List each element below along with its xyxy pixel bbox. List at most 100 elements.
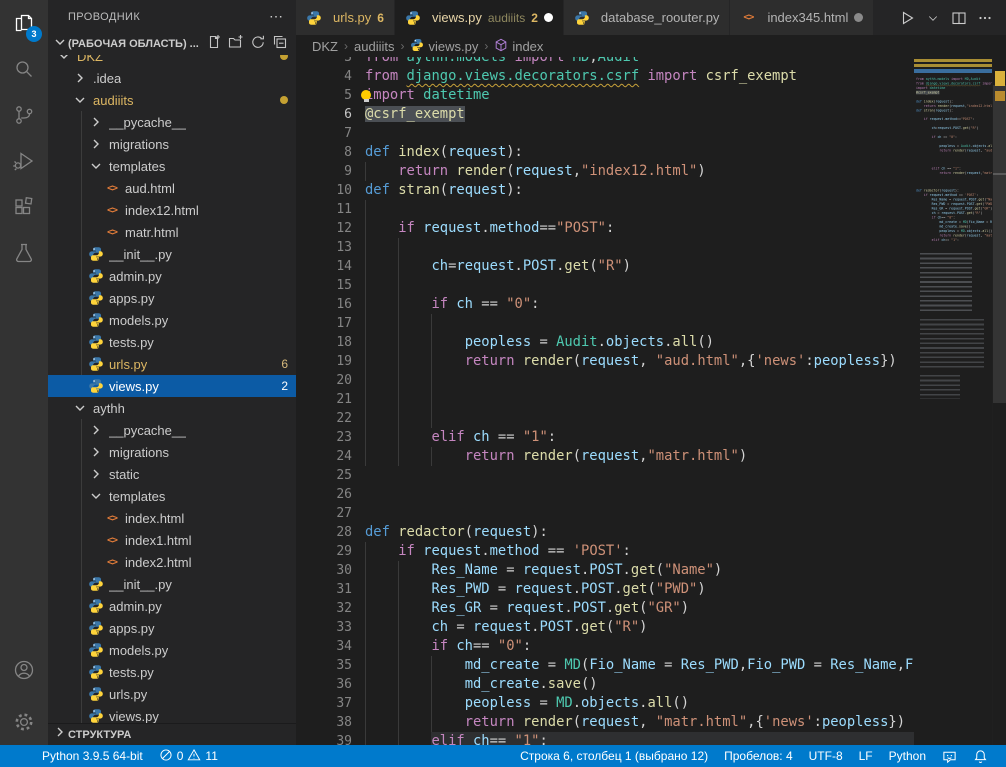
tree-item-matr.html[interactable]: <>matr.html (48, 221, 296, 243)
code-line-32[interactable]: 32 Res_GR = request.POST.get("GR") (296, 599, 914, 618)
code-line-19[interactable]: 19 return render(request, "aud.html",{'n… (296, 352, 914, 371)
split-editor-icon[interactable] (948, 7, 970, 29)
lightbulb-icon[interactable] (361, 90, 371, 100)
run-dropdown-icon[interactable] (922, 7, 944, 29)
new-folder-icon[interactable] (228, 34, 244, 55)
code-line-26[interactable]: 26 (296, 485, 914, 504)
tree-item-index12.html[interactable]: <>index12.html (48, 199, 296, 221)
code-line-30[interactable]: 30 Res_Name = request.POST.get("Name") (296, 561, 914, 580)
search-icon[interactable] (0, 46, 48, 92)
feedback-icon[interactable] (934, 745, 965, 767)
code-line-35[interactable]: 35 md_create = MD(Fio_Name = Res_PWD,Fio… (296, 656, 914, 675)
tree-item-audiiits[interactable]: audiiits (48, 89, 296, 111)
code-line-28[interactable]: 28def redactor(request): (296, 523, 914, 542)
chevron-right-icon[interactable] (88, 466, 104, 482)
outline-section-header[interactable]: СТРУКТУРА (48, 723, 296, 745)
tree-item-tests.py[interactable]: tests.py (48, 661, 296, 683)
refresh-icon[interactable] (250, 34, 266, 55)
code-line-17[interactable]: 17 (296, 314, 914, 333)
chevron-down-icon[interactable] (52, 34, 68, 55)
code-line-7[interactable]: 7 (296, 124, 914, 143)
run-and-debug-icon[interactable] (0, 138, 48, 184)
code-line-5[interactable]: 5import datetime (296, 86, 914, 105)
code-line-21[interactable]: 21 (296, 390, 914, 409)
code-line-8[interactable]: 8def index(request): (296, 143, 914, 162)
code-line-13[interactable]: 13 (296, 238, 914, 257)
code-line-4[interactable]: 4from django.views.decorators.csrf impor… (296, 67, 914, 86)
chevron-right-icon[interactable] (88, 444, 104, 460)
code-line-31[interactable]: 31 Res_PWD = request.POST.get("PWD") (296, 580, 914, 599)
chevron-right-icon[interactable] (52, 724, 68, 745)
account-icon[interactable] (0, 647, 48, 693)
breadcrumb-item-index[interactable]: index (494, 38, 543, 55)
breadcrumb-item-DKZ[interactable]: DKZ (312, 39, 338, 54)
code-line-39[interactable]: 39 elif ch== "1": (296, 732, 914, 745)
tree-item-aythh[interactable]: aythh (48, 397, 296, 419)
tab-database_roouter.py[interactable]: database_roouter.py (564, 0, 731, 35)
extensions-icon[interactable] (0, 184, 48, 230)
tree-item-index2.html[interactable]: <>index2.html (48, 551, 296, 573)
tree-item-models.py[interactable]: models.py (48, 309, 296, 331)
chevron-down-icon[interactable] (72, 92, 88, 108)
tree-item-static[interactable]: static (48, 463, 296, 485)
code-line-25[interactable]: 25 (296, 466, 914, 485)
code-line-24[interactable]: 24 return render(request,"matr.html") (296, 447, 914, 466)
code-line-15[interactable]: 15 (296, 276, 914, 295)
tree-item-apps.py[interactable]: apps.py (48, 287, 296, 309)
tree-item-views.py[interactable]: views.py2 (48, 375, 296, 397)
overview-ruler[interactable] (992, 57, 1006, 745)
code-line-20[interactable]: 20 (296, 371, 914, 390)
tree-item-.idea[interactable]: .idea (48, 67, 296, 89)
indentation[interactable]: Пробелов: 4 (716, 745, 801, 767)
code-line-38[interactable]: 38 return render(request, "matr.html",{'… (296, 713, 914, 732)
tree-item-__pycache__[interactable]: __pycache__ (48, 419, 296, 441)
tab-index345.html[interactable]: <>index345.html (730, 0, 874, 35)
code-line-23[interactable]: 23 elif ch == "1": (296, 428, 914, 447)
code-line-11[interactable]: 11 (296, 200, 914, 219)
code-line-12[interactable]: 12 if request.method=="POST": (296, 219, 914, 238)
tree-item-__pycache__[interactable]: __pycache__ (48, 111, 296, 133)
tree-item-__init__.py[interactable]: __init__.py (48, 243, 296, 265)
tree-item-tests.py[interactable]: tests.py (48, 331, 296, 353)
chevron-down-icon[interactable] (88, 488, 104, 504)
code-line-18[interactable]: 18 peopless = Audit.objects.all() (296, 333, 914, 352)
tree-item-__init__.py[interactable]: __init__.py (48, 573, 296, 595)
new-file-icon[interactable] (206, 34, 222, 55)
source-control-icon[interactable] (0, 92, 48, 138)
python-interpreter[interactable]: Python 3.9.5 64-bit (34, 745, 151, 767)
problems-indicator[interactable]: 0 11 (151, 745, 226, 767)
testing-icon[interactable] (0, 230, 48, 276)
tree-item-aud.html[interactable]: <>aud.html (48, 177, 296, 199)
tab-views.py[interactable]: views.pyaudiiits2 (395, 0, 564, 35)
breadcrumb-item-views.py[interactable]: views.py (410, 38, 478, 55)
code-line-33[interactable]: 33 ch = request.POST.get("R") (296, 618, 914, 637)
tree-item-models.py[interactable]: models.py (48, 639, 296, 661)
code-pane[interactable]: 3from aythh.models import MD,Audit4from … (296, 57, 914, 745)
chevron-down-icon[interactable] (72, 400, 88, 416)
code-line-9[interactable]: 9 return render(request,"index12.html") (296, 162, 914, 181)
tree-item-migrations[interactable]: migrations (48, 441, 296, 463)
explorer-icon[interactable]: 3 (0, 0, 48, 46)
tree-item-migrations[interactable]: migrations (48, 133, 296, 155)
tree-item-apps.py[interactable]: apps.py (48, 617, 296, 639)
tree-item-templates[interactable]: templates (48, 155, 296, 177)
tree-item-urls.py[interactable]: urls.py6 (48, 353, 296, 375)
tree-item-admin.py[interactable]: admin.py (48, 265, 296, 287)
chevron-right-icon[interactable] (88, 114, 104, 130)
code-line-36[interactable]: 36 md_create.save() (296, 675, 914, 694)
eol-sequence[interactable]: LF (851, 745, 881, 767)
tree-item-templates[interactable]: templates (48, 485, 296, 507)
code-line-34[interactable]: 34 if ch== "0": (296, 637, 914, 656)
language-mode[interactable]: Python (881, 745, 934, 767)
chevron-right-icon[interactable] (72, 70, 88, 86)
chevron-down-icon[interactable] (88, 158, 104, 174)
more-actions-icon[interactable] (974, 7, 996, 29)
code-line-3[interactable]: 3from aythh.models import MD,Audit (296, 57, 914, 67)
tab-urls.py[interactable]: urls.py6 (296, 0, 395, 35)
cursor-position[interactable]: Строка 6, столбец 1 (выбрано 12) (512, 745, 716, 767)
code-line-37[interactable]: 37 peopless = MD.objects.all() (296, 694, 914, 713)
scrollbar-thumb[interactable] (993, 85, 1006, 403)
code-line-29[interactable]: 29 if request.method == 'POST': (296, 542, 914, 561)
code-line-27[interactable]: 27 (296, 504, 914, 523)
code-line-16[interactable]: 16 if ch == "0": (296, 295, 914, 314)
